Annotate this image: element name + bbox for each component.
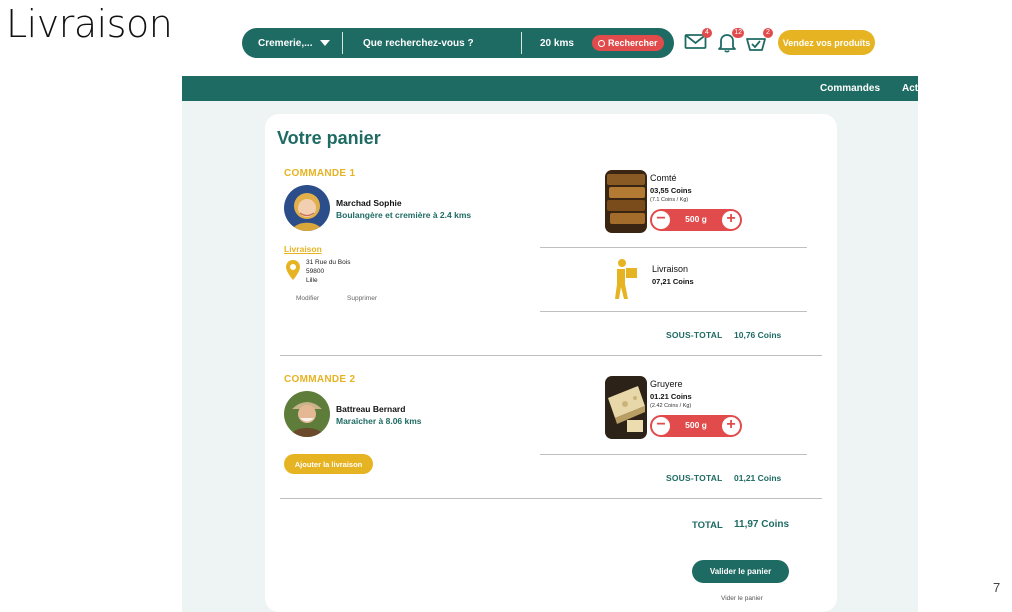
delete-address-link[interactable]: Supprimer — [347, 295, 377, 302]
search-bar: Cremerie,... Que recherchez-vous ? 20 km… — [242, 28, 674, 58]
subtotal-value: 10,76 Coins — [734, 330, 782, 340]
increase-quantity-button[interactable]: + — [722, 211, 740, 229]
avatar — [284, 391, 330, 437]
order-1-title: COMMANDE 1 — [284, 168, 356, 179]
distance-field[interactable]: 20 kms — [522, 38, 592, 49]
avatar-seller-1 — [284, 185, 330, 231]
quantity-stepper: − 500 g + — [650, 415, 742, 437]
sell-products-button[interactable]: Vendez vos produits — [778, 30, 875, 55]
category-label: Cremerie,... — [258, 37, 313, 49]
seller-description: Boulangère et cremière à 2.4 kms — [336, 210, 472, 220]
increase-quantity-button[interactable]: + — [722, 417, 740, 435]
empty-cart-link[interactable]: Vider le panier — [721, 595, 763, 602]
product-price: 03,55 Coins — [650, 186, 692, 195]
product-price: 01.21 Coins — [650, 392, 692, 401]
search-button-label: Rechercher — [608, 38, 658, 48]
product-image-gruyere — [605, 376, 647, 439]
quantity-value: 500 g — [685, 420, 707, 430]
order-2-title: COMMANDE 2 — [284, 374, 356, 385]
decrease-quantity-button[interactable]: − — [652, 417, 670, 435]
quantity-value: 500 g — [685, 214, 707, 224]
caret-down-icon — [320, 40, 331, 46]
avatar — [284, 185, 330, 231]
subtotal-label: SOUS-TOTAL — [666, 330, 723, 340]
slide-number: 7 — [993, 580, 1001, 595]
category-select[interactable]: Cremerie,... — [242, 28, 342, 58]
notifications-button[interactable]: 12 — [716, 28, 744, 53]
product-name: Comté — [650, 173, 677, 183]
add-delivery-button[interactable]: Ajouter la livraison — [284, 454, 373, 474]
order-divider — [280, 355, 822, 356]
seller-name: Marchad Sophie — [336, 198, 402, 208]
address-line: 59800 — [306, 268, 325, 275]
seller-description: Maraîcher à 8.06 kms — [336, 416, 422, 426]
modify-address-link[interactable]: Modifier — [296, 295, 319, 302]
app-navbar: Commandes Act — [182, 76, 918, 101]
divider — [540, 311, 807, 312]
divider — [540, 454, 807, 455]
address-line: 31 Rue du Bois — [306, 259, 351, 266]
total-value: 11,97 Coins — [734, 519, 790, 530]
divider — [540, 247, 807, 248]
nav-commandes[interactable]: Commandes — [820, 83, 880, 94]
delivery-person-icon — [615, 259, 637, 299]
order-divider — [280, 498, 822, 499]
mail-badge: 4 — [702, 28, 712, 38]
search-icon — [598, 39, 605, 47]
seller-name: Battreau Bernard — [336, 404, 406, 414]
cart-title: Votre panier — [277, 128, 381, 148]
address-line: Lille — [306, 277, 318, 284]
nav-act[interactable]: Act — [902, 83, 918, 94]
subtotal-label: SOUS-TOTAL — [666, 473, 723, 483]
validate-cart-button[interactable]: Valider le panier — [692, 560, 789, 583]
quantity-stepper: − 500 g + — [650, 209, 742, 231]
mail-button[interactable]: 4 — [684, 28, 712, 53]
product-unit-price: (2.42 Coins / Kg) — [650, 403, 692, 409]
delivery-name: Livraison — [652, 264, 689, 274]
cart-panel: Votre panier COMMANDE 1 Marchad Sophie B… — [265, 114, 837, 612]
avatar-seller-2 — [284, 391, 330, 437]
slide-title: Livraison — [6, 2, 173, 46]
search-input[interactable]: Que recherchez-vous ? — [343, 38, 521, 49]
product-unit-price: (7.1 Coins / Kg) — [650, 197, 689, 203]
subtotal-value: 01,21 Coins — [734, 473, 782, 483]
cart-badge: 2 — [763, 28, 773, 38]
total-label: TOTAL — [692, 520, 723, 531]
decrease-quantity-button[interactable]: − — [652, 211, 670, 229]
cart-button[interactable]: 2 — [745, 28, 773, 53]
notifications-badge: 12 — [732, 28, 744, 38]
product-image-comte — [605, 170, 647, 233]
delivery-link[interactable]: Livraison — [284, 244, 322, 254]
location-pin-icon — [286, 260, 300, 280]
delivery-price: 07,21 Coins — [652, 277, 694, 286]
product-name: Gruyere — [650, 379, 683, 389]
search-button[interactable]: Rechercher — [592, 35, 664, 51]
